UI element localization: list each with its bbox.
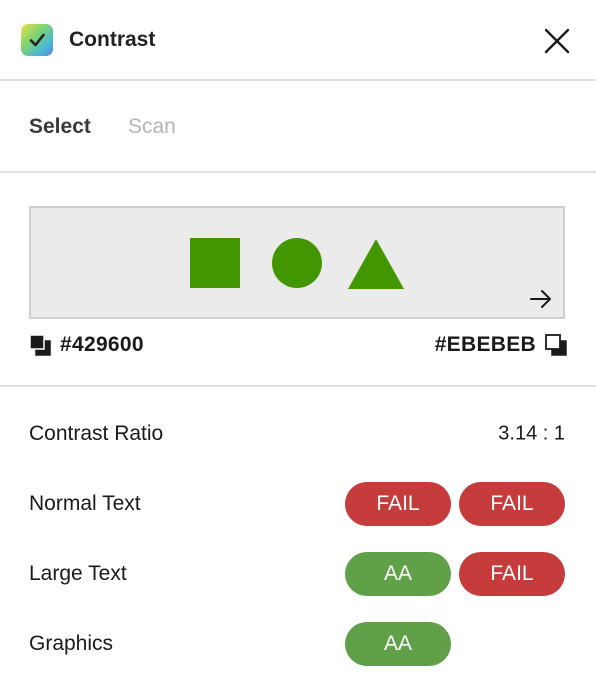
graphics-aa-badge: AA — [345, 622, 451, 666]
contrast-ratio-row: Contrast Ratio 3.14 : 1 — [29, 412, 565, 456]
divider — [0, 385, 596, 387]
background-hex[interactable]: #EBEBEB — [435, 333, 536, 357]
normal-text-row: Normal Text FAIL FAIL — [29, 482, 565, 526]
background-swatch-icon[interactable] — [545, 334, 567, 356]
panel-title: Contrast — [69, 28, 156, 51]
large-text-row: Large Text AA FAIL — [29, 552, 565, 596]
tab-scan[interactable]: Scan — [128, 115, 176, 139]
swap-colors-button[interactable] — [529, 288, 553, 310]
large-text-aa-badge: AA — [345, 552, 451, 596]
foreground-hex[interactable]: #429600 — [60, 333, 144, 357]
background-color: #EBEBEB — [435, 330, 567, 360]
panel-header: Contrast — [0, 0, 596, 81]
contrast-ratio-label: Contrast Ratio — [29, 422, 164, 445]
color-preview — [29, 206, 565, 319]
close-icon[interactable] — [542, 26, 572, 56]
normal-text-aa-badge: FAIL — [345, 482, 451, 526]
foreground-color: #429600 — [29, 330, 144, 360]
sample-triangle — [348, 239, 404, 289]
contrast-ratio-value: 3.14 : 1 — [498, 422, 565, 445]
close-button[interactable] — [542, 26, 572, 56]
checkmark-app-icon — [21, 24, 53, 56]
foreground-swatch-icon[interactable] — [29, 334, 51, 356]
sample-circle — [272, 238, 322, 288]
arrow-right-icon[interactable] — [529, 288, 553, 310]
graphics-label: Graphics — [29, 632, 114, 655]
sample-square — [190, 238, 240, 288]
large-text-aaa-badge: FAIL — [459, 552, 565, 596]
normal-text-label: Normal Text — [29, 492, 141, 515]
large-text-label: Large Text — [29, 562, 127, 585]
normal-text-aaa-badge: FAIL — [459, 482, 565, 526]
graphics-row: Graphics AA — [29, 622, 565, 666]
mode-tabs: Select Scan — [0, 81, 596, 173]
tab-select[interactable]: Select — [29, 115, 91, 139]
